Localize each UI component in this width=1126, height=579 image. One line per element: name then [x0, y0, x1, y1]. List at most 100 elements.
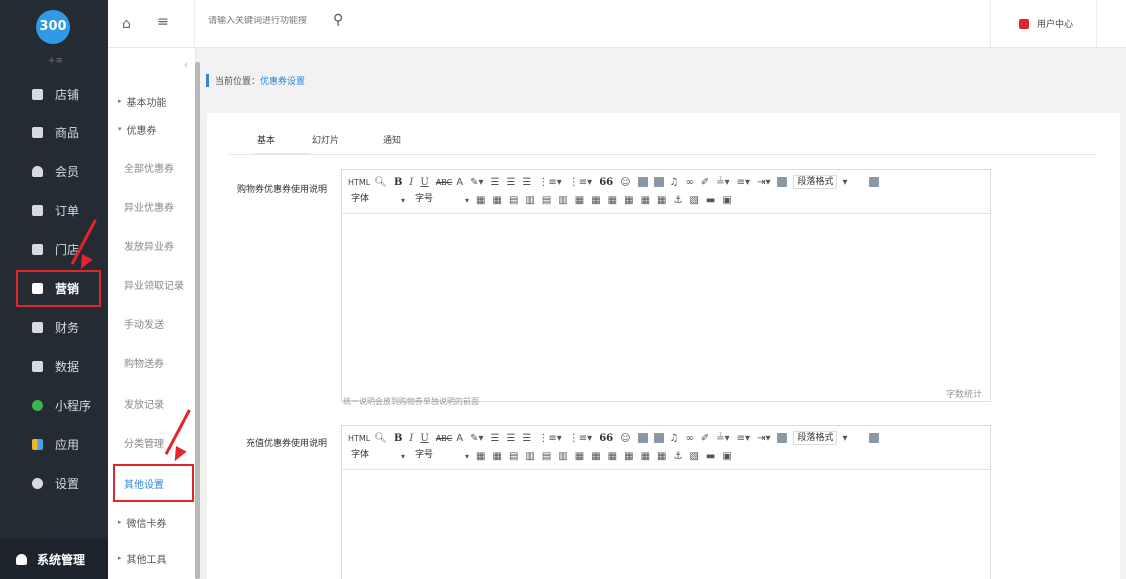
collapse-arrow-icon[interactable]: ‹ [184, 60, 188, 71]
fullscreen-icon[interactable] [868, 433, 879, 443]
tab-notify[interactable]: 通知 [383, 133, 401, 146]
underline-button[interactable]: U [420, 433, 428, 444]
bold-button[interactable]: B [394, 177, 402, 188]
merge-cells-icon[interactable]: ▦ [575, 195, 584, 206]
submenu-shopping-gift[interactable]: 购物送券 [108, 343, 196, 381]
file-icon[interactable] [653, 433, 664, 443]
template-icon[interactable]: ▣ [722, 195, 731, 206]
submenu-group-coupon[interactable]: ▾ 优惠券 [108, 110, 196, 148]
align-right-icon[interactable]: ☰ [522, 177, 531, 188]
sidebar-item-store[interactable]: 门店 [0, 230, 108, 268]
submenu-group-wechat[interactable]: ▸ 微信卡券 [108, 503, 196, 541]
editor-content-area[interactable] [342, 213, 990, 383]
search-icon[interactable]: ⚲ [333, 12, 343, 28]
insert-row-icon[interactable]: ▤ [509, 195, 518, 206]
ordered-list-icon[interactable]: ⋮≡▾ [538, 433, 561, 444]
print-icon[interactable]: ▬ [706, 451, 715, 462]
app-logo[interactable]: 300 [36, 10, 70, 44]
home-icon[interactable]: ⌂ [122, 16, 131, 32]
music-icon[interactable]: ♫ [670, 433, 679, 444]
delete-row-icon[interactable]: ▤ [542, 195, 551, 206]
line-height-icon[interactable]: ≟▾ [716, 177, 729, 188]
split-cols-icon[interactable]: ▦ [657, 195, 666, 206]
bold-button[interactable]: B [394, 433, 402, 444]
row-spacing-icon[interactable]: ≡▾ [737, 433, 750, 444]
eraser-icon[interactable]: ✐ [701, 177, 709, 188]
eraser-icon[interactable]: ✐ [701, 433, 709, 444]
search-replace-icon[interactable]: 🔍︎ [374, 177, 387, 188]
sidebar-item-shop[interactable]: 店铺 [0, 75, 108, 113]
merge-down-icon[interactable]: ▦ [624, 195, 633, 206]
delete-col-icon[interactable]: ▥ [558, 451, 567, 462]
submenu-issue-records[interactable]: 发放记录 [108, 384, 196, 422]
strikethrough-button[interactable]: ABC [436, 434, 452, 443]
split-cells-icon[interactable]: ▦ [591, 451, 600, 462]
table-icon[interactable]: ▦ [476, 451, 485, 462]
blockquote-button[interactable]: 66 [599, 177, 613, 188]
image-icon[interactable] [637, 433, 648, 443]
line-height-icon[interactable]: ≟▾ [716, 433, 729, 444]
blockquote-button[interactable]: 66 [599, 433, 613, 444]
emoji-icon[interactable]: ☺ [620, 177, 630, 188]
highlight-color-icon[interactable]: ✎▾ [470, 177, 483, 188]
highlight-color-icon[interactable]: ✎▾ [470, 433, 483, 444]
sidebar-item-finance[interactable]: 财务 [0, 308, 108, 346]
split-cols-icon[interactable]: ▦ [657, 451, 666, 462]
delete-col-icon[interactable]: ▥ [558, 195, 567, 206]
image-icon[interactable] [637, 177, 648, 187]
font-family-select[interactable]: 字体 [348, 193, 396, 207]
dropdown-icon[interactable]: ▾ [842, 177, 847, 188]
sidebar-item-goods[interactable]: 商品 [0, 113, 108, 151]
submenu-cross-coupons[interactable]: 异业优惠券 [108, 187, 196, 225]
print-icon[interactable]: ▬ [706, 195, 715, 206]
submenu-issue-cross[interactable]: 发放异业券 [108, 226, 196, 264]
merge-down-icon[interactable]: ▦ [624, 451, 633, 462]
indent-icon[interactable]: ⇥▾ [757, 433, 770, 444]
sidebar-item-member[interactable]: 会员 [0, 152, 108, 190]
sidebar-item-apps[interactable]: 应用 [0, 425, 108, 463]
strikethrough-button[interactable]: ABC [436, 178, 452, 187]
template-icon[interactable]: ▣ [722, 451, 731, 462]
sidebar-item-settings[interactable]: 设置 [0, 464, 108, 502]
rich-text-editor-recharge[interactable]: HTML 🔍︎ B I U ABC A ✎▾ ☰ ☰ ☰ ⋮≡▾ ⋮≡▾ 66 … [341, 425, 991, 579]
merge-right-icon[interactable]: ▦ [608, 195, 617, 206]
paragraph-format-select[interactable]: 段落格式 [793, 175, 838, 189]
font-color-button[interactable]: A [456, 177, 463, 188]
unordered-list-icon[interactable]: ⋮≡▾ [569, 177, 592, 188]
italic-button[interactable]: I [409, 177, 413, 188]
menu-icon[interactable]: ≡ [157, 14, 169, 30]
table-props-icon[interactable]: ▦ [492, 451, 501, 462]
split-rows-icon[interactable]: ▦ [641, 195, 650, 206]
dropdown-icon[interactable]: ▾ [465, 196, 469, 205]
submenu-manual-send[interactable]: 手动发送 [108, 304, 196, 342]
sidebar-item-miniprogram[interactable]: 小程序 [0, 386, 108, 424]
rich-text-editor-shopping[interactable]: HTML 🔍︎ B I U ABC A ✎▾ ☰ ☰ ☰ ⋮≡▾ ⋮≡▾ 66 … [341, 169, 991, 402]
user-center-link[interactable]: 用户中心 [1019, 17, 1073, 30]
dropdown-icon[interactable]: ▾ [401, 452, 405, 461]
underline-button[interactable]: U [420, 177, 428, 188]
italic-button[interactable]: I [409, 433, 413, 444]
merge-cells-icon[interactable]: ▦ [575, 451, 584, 462]
anchor-icon[interactable]: ⚓ [673, 195, 682, 206]
align-right-icon[interactable]: ☰ [522, 433, 531, 444]
row-spacing-icon[interactable]: ≡▾ [737, 177, 750, 188]
breadcrumb-current[interactable]: 优惠券设置 [260, 74, 305, 87]
dropdown-icon[interactable]: ▾ [465, 452, 469, 461]
delete-row-icon[interactable]: ▤ [542, 451, 551, 462]
format-icon[interactable] [777, 177, 788, 187]
font-size-select[interactable]: 字号 [412, 193, 460, 207]
split-rows-icon[interactable]: ▦ [641, 451, 650, 462]
merge-right-icon[interactable]: ▦ [608, 451, 617, 462]
align-left-icon[interactable]: ☰ [490, 177, 499, 188]
insert-image-icon[interactable]: ▧ [689, 195, 698, 206]
split-cells-icon[interactable]: ▦ [591, 195, 600, 206]
insert-row-icon[interactable]: ▤ [509, 451, 518, 462]
html-source-button[interactable]: HTML [348, 434, 370, 443]
unordered-list-icon[interactable]: ⋮≡▾ [569, 433, 592, 444]
link-icon[interactable]: ∞ [686, 177, 694, 188]
format-icon[interactable] [777, 433, 788, 443]
submenu-all-coupons[interactable]: 全部优惠券 [108, 148, 196, 186]
html-source-button[interactable]: HTML [348, 178, 370, 187]
fullscreen-icon[interactable] [868, 177, 879, 187]
paragraph-format-select[interactable]: 段落格式 [793, 431, 838, 445]
